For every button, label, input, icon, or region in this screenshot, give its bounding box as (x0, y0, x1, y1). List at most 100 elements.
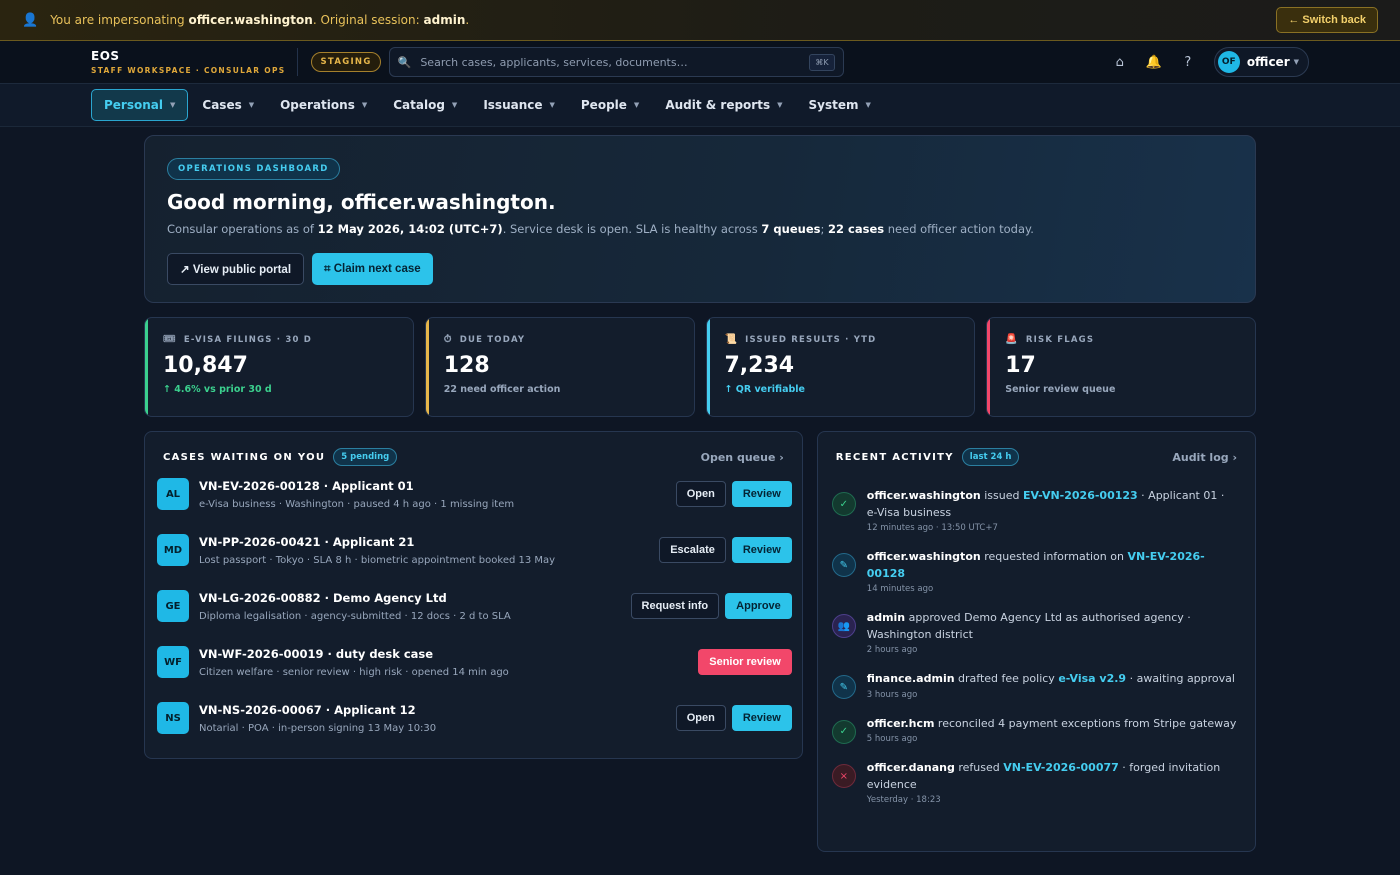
audit-log-link[interactable]: Audit log › (1172, 451, 1237, 464)
switch-back-button[interactable]: ← Switch back (1276, 7, 1378, 33)
bell-icon[interactable]: 🔔 (1137, 55, 1171, 70)
main-content: OPERATIONS DASHBOARD Good morning, offic… (0, 127, 1400, 852)
nav-personal[interactable]: Personal ▼ (91, 89, 189, 121)
chevron-down-icon: ▼ (451, 101, 458, 109)
list-item[interactable]: WF VN-WF-2026-00019 · duty desk case Cit… (157, 634, 792, 690)
case-title: VN-NS-2026-00067 · Applicant 12 (199, 702, 416, 717)
help-icon[interactable]: ? (1171, 55, 1205, 70)
review-button[interactable]: Review (731, 481, 792, 507)
avatar: OF (1217, 51, 1240, 73)
siren-icon: 🚨 (1005, 334, 1019, 345)
approve-button[interactable]: Approve (725, 593, 792, 619)
list-item[interactable]: AL VN-EV-2026-00128 · Applicant 01 e-Vis… (157, 466, 792, 522)
environment-badge: STAGING (311, 52, 381, 72)
activity-actor[interactable]: finance.admin (867, 672, 955, 685)
activity-item: ✎ officer.washington requested informati… (831, 549, 1237, 595)
divider (297, 48, 299, 76)
policy-reference-link[interactable]: e-Visa v2.9 (1058, 672, 1126, 685)
case-reference-link[interactable]: EV-VN-2026-00123 (1023, 489, 1138, 502)
activity-actor[interactable]: officer.hcm (867, 717, 935, 730)
open-button[interactable]: Open (675, 481, 726, 507)
chevron-down-icon: ▼ (1293, 58, 1299, 66)
activity-item: 👥 admin approved Demo Agency Ltd as auth… (831, 610, 1237, 656)
kpi-value: 7,234 (724, 353, 795, 378)
people-icon: 👥 (831, 614, 856, 638)
avatar: WF (157, 646, 189, 678)
main-nav: Personal ▼ Cases ▼ Operations ▼ Catalog ▼ Is… (0, 84, 1400, 127)
nav-people[interactable]: People ▼ (569, 90, 651, 120)
avatar: NS (157, 702, 189, 734)
activity-time: 14 minutes ago (866, 584, 934, 594)
activity-actor[interactable]: admin (867, 611, 905, 624)
nav-cases[interactable]: Cases ▼ (190, 90, 266, 120)
chevron-down-icon: ▼ (865, 101, 871, 109)
user-name: officer (1246, 55, 1290, 69)
activity-item: ✓ officer.washington issued EV-VN-2026-0… (831, 488, 1237, 534)
hero-summary: Consular operations as of 12 May 2026, 1… (167, 222, 1034, 236)
nav-catalog[interactable]: Catalog ▼ (381, 90, 469, 120)
case-title: VN-PP-2026-00421 · Applicant 21 (199, 534, 415, 549)
dashboard-hero: OPERATIONS DASHBOARD Good morning, offic… (144, 135, 1256, 303)
case-meta: Citizen welfare · senior review · high r… (199, 666, 509, 678)
activity-time: 12 minutes ago · 13:50 UTC+7 (866, 523, 998, 533)
activity-time: 2 hours ago (866, 645, 918, 655)
view-public-portal-button[interactable]: ↗ View public portal (167, 253, 305, 285)
list-item[interactable]: NS VN-NS-2026-00067 · Applicant 12 Notar… (157, 690, 792, 746)
activity-time: Yesterday · 18:23 (866, 795, 941, 805)
global-search[interactable]: 🔍 ⌘K (388, 47, 844, 77)
nav-audit-reports[interactable]: Audit & reports ▼ (653, 90, 794, 120)
kpi-value: 128 (443, 353, 490, 378)
panel-title: CASES WAITING ON YOU (163, 451, 326, 463)
nav-operations[interactable]: Operations ▼ (268, 90, 379, 120)
avatar: MD (157, 534, 189, 566)
stopwatch-icon: ⏱ (443, 334, 453, 345)
impersonation-banner: 👤 You are impersonating officer.washingt… (0, 0, 1400, 41)
activity-time: 5 hours ago (866, 734, 918, 744)
open-button[interactable]: Open (675, 705, 726, 731)
chevron-down-icon: ▼ (633, 101, 640, 109)
request-info-button[interactable]: Request info (630, 593, 720, 619)
case-meta: Diploma legalisation · agency-submitted … (199, 610, 511, 622)
activity-actor[interactable]: officer.washington (867, 550, 981, 563)
kpi-label: ISSUED RESULTS · YTD (745, 334, 877, 345)
pencil-icon: ✎ (831, 675, 856, 699)
list-item[interactable]: GE VN-LG-2026-00882 · Demo Agency Ltd Di… (157, 578, 792, 634)
brand[interactable]: EOS STAFF WORKSPACE · CONSULAR OPS (91, 49, 285, 75)
avatar: AL (157, 478, 189, 510)
user-menu[interactable]: OF officer ▼ (1213, 47, 1309, 77)
review-button[interactable]: Review (731, 537, 792, 563)
case-reference-link[interactable]: VN-EV-2026-00077 (1003, 761, 1119, 774)
activity-item: ✓ officer.hcm reconciled 4 payment excep… (831, 716, 1237, 746)
impersonation-text: You are impersonating officer.washington… (50, 13, 470, 27)
page-title: Good morning, officer.washington. (167, 190, 556, 214)
activity-time: 3 hours ago (866, 689, 918, 700)
case-title: VN-LG-2026-00882 · Demo Agency Ltd (199, 590, 447, 605)
list-item[interactable]: MD VN-PP-2026-00421 · Applicant 21 Lost … (157, 522, 792, 578)
kpi-card-evisa-filings[interactable]: 🎟 E-VISA FILINGS · 30 D 10,847 ↑ 4.6% vs … (144, 317, 414, 417)
kpi-label: E-VISA FILINGS · 30 D (183, 334, 312, 345)
chevron-down-icon: ▼ (170, 101, 176, 109)
kpi-card-risk-flags[interactable]: 🚨 RISK FLAGS 17 Senior review queue (986, 317, 1256, 417)
nav-system[interactable]: System ▼ (796, 90, 882, 120)
senior-review-button[interactable]: Senior review (698, 649, 792, 675)
search-icon: 🔍 (397, 55, 412, 69)
escalate-button[interactable]: Escalate (659, 537, 726, 563)
nav-issuance[interactable]: Issuance ▼ (471, 90, 567, 120)
kpi-card-issued-results[interactable]: 📜 ISSUED RESULTS · YTD 7,234 ↑ QR verifia… (705, 317, 976, 417)
brand-name: EOS (91, 49, 120, 63)
brand-subtitle: STAFF WORKSPACE · CONSULAR OPS (91, 66, 286, 75)
open-queue-link[interactable]: Open queue › (701, 451, 784, 464)
activity-actor[interactable]: officer.danang (867, 761, 955, 774)
search-input[interactable] (420, 55, 810, 69)
claim-next-case-button[interactable]: ⌗ Claim next case (312, 253, 433, 285)
kpi-label: DUE TODAY (459, 334, 526, 345)
kpi-row: 🎟 E-VISA FILINGS · 30 D 10,847 ↑ 4.6% vs … (144, 317, 1256, 417)
review-button[interactable]: Review (731, 705, 792, 731)
home-icon[interactable]: ⌂ (1103, 55, 1137, 70)
section-badge: OPERATIONS DASHBOARD (167, 158, 340, 180)
chevron-down-icon: ▼ (777, 101, 783, 109)
activity-actor[interactable]: officer.washington (867, 489, 981, 502)
scroll-icon: 📜 (724, 334, 739, 345)
activity-item: ✎ finance.admin drafted fee policy e-Vis… (831, 671, 1237, 701)
kpi-card-due-today[interactable]: ⏱ DUE TODAY 128 22 need officer action (424, 317, 695, 417)
